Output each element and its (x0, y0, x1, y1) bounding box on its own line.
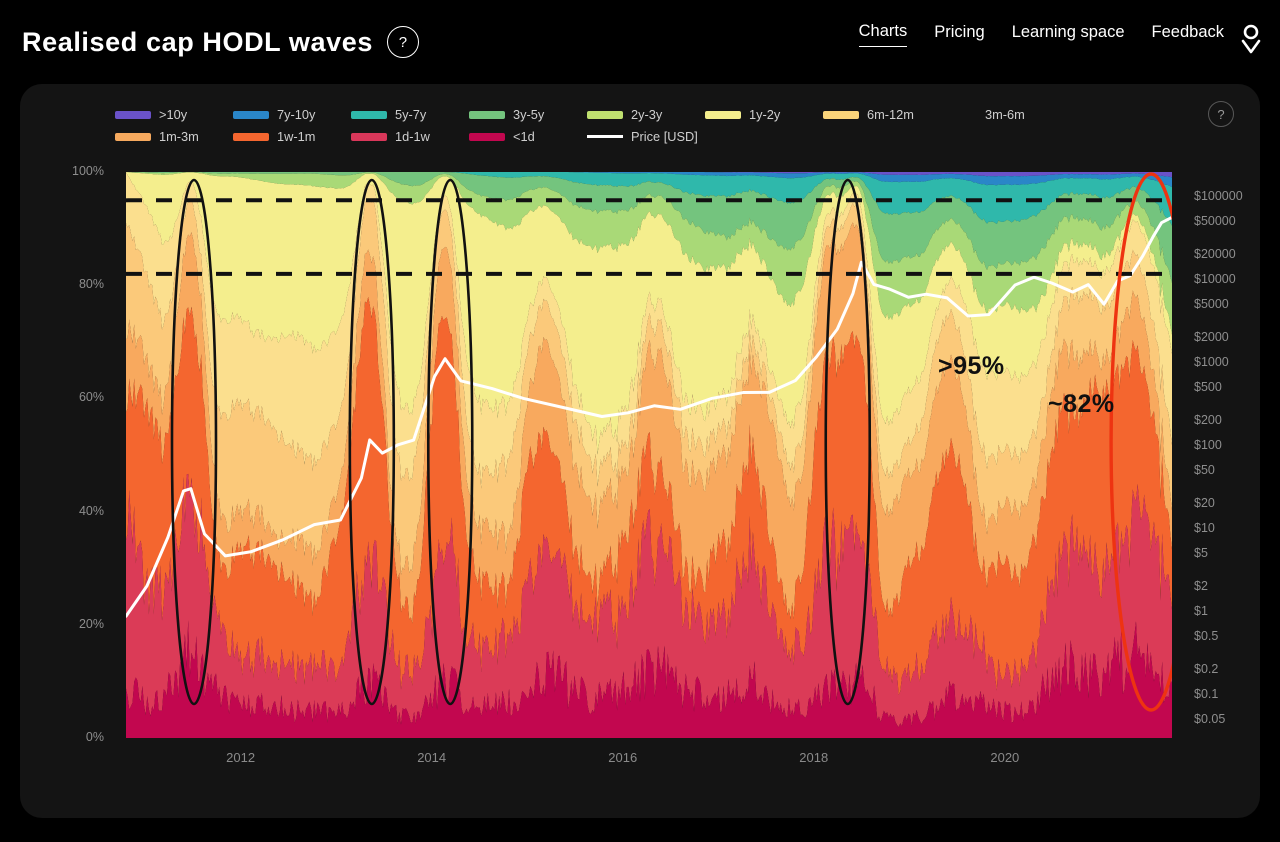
legend-label: 5y-7y (395, 107, 427, 122)
y-right-tick: $5000 (1194, 296, 1229, 311)
legend-item-5y-7y[interactable]: 5y-7y (351, 107, 469, 122)
legend-item-3m-6m[interactable]: 3m-6m (941, 107, 1059, 122)
y-left-tick: 80% (78, 277, 104, 292)
legend-item-1y-2y[interactable]: 1y-2y (705, 107, 823, 122)
x-axis-tick: 2014 (417, 750, 447, 765)
legend-label: 2y-3y (631, 107, 663, 122)
legend-swatch-icon (351, 132, 387, 141)
legend-item-3y-5y[interactable]: 3y-5y (469, 107, 587, 122)
x-axis-tick: 2016 (608, 750, 638, 765)
y-right-tick: $20000 (1194, 246, 1236, 261)
y-right-tick: $500 (1194, 379, 1222, 394)
nav-item-feedback[interactable]: Feedback (1152, 23, 1224, 47)
legend-item-1d-1w[interactable]: 1d-1w (351, 129, 469, 144)
y-right-tick: $50000 (1194, 213, 1236, 228)
annotation-approx-82: ~82% (1048, 390, 1115, 418)
chart-area: 100% 80% 60% 40% 20% 0% $100000 $50000 $20000 $1… (72, 164, 1243, 765)
y-right-tick: $2000 (1194, 329, 1229, 344)
y-left-tick: 100% (72, 164, 104, 178)
legend-item-7y-10y[interactable]: 7y-10y (233, 107, 351, 122)
y-right-tick: $20 (1194, 495, 1215, 510)
y-right-tick: $0.5 (1194, 628, 1219, 643)
legend-label: 1w-1m (277, 129, 316, 144)
y-right-tick: $5 (1194, 545, 1208, 560)
legend-item--10y[interactable]: >10y (115, 107, 233, 122)
legend-line-icon (587, 135, 623, 138)
legend-label: <1d (513, 129, 535, 144)
panel-help-icon[interactable]: ? (1208, 101, 1234, 127)
x-axis-tick: 2018 (799, 750, 829, 765)
chart-panel: ? >10y 7y-10y 5y-7y 3y-5y 2y-3y 1y-2y 6m-12m 3m… (20, 84, 1260, 818)
legend-label: 1d-1w (395, 129, 430, 144)
title-help-icon[interactable]: ? (386, 26, 419, 58)
legend-item-1w-1m[interactable]: 1w-1m (233, 129, 351, 144)
legend-item-1m-3m[interactable]: 1m-3m (115, 129, 233, 144)
y-right-tick: $0.1 (1194, 686, 1219, 701)
legend-item-2y-3y[interactable]: 2y-3y (587, 107, 705, 122)
legend-item-price-usd-[interactable]: Price [USD] (587, 129, 737, 144)
legend-swatch-icon (233, 132, 269, 141)
y-right-tick: $50 (1194, 462, 1215, 477)
nav-item-pricing[interactable]: Pricing (934, 23, 984, 47)
page-title: Realised cap HODL waves (22, 26, 373, 57)
legend-label: 1m-3m (159, 129, 199, 144)
title-group: Realised cap HODL waves ? (22, 26, 419, 58)
legend-swatch-icon (941, 111, 977, 119)
legend-swatch-icon (469, 132, 505, 141)
legend-swatch-icon (351, 110, 387, 119)
x-axis-tick: 2020 (990, 750, 1020, 765)
annotation-above-95: >95% (938, 352, 1005, 380)
legend-item--1d[interactable]: <1d (469, 129, 587, 144)
legend-label: 1y-2y (749, 107, 781, 122)
legend-label: 7y-10y (277, 107, 316, 122)
main-navigation: Charts Pricing Learning space Feedback (858, 22, 1224, 47)
app-header: Realised cap HODL waves ? Charts Pricing… (0, 0, 1280, 84)
y-right-tick: $0.05 (1194, 711, 1226, 726)
y-right-tick: $200 (1194, 412, 1222, 427)
brand-logo-icon[interactable] (1238, 22, 1264, 56)
y-right-tick: $100 (1194, 437, 1222, 452)
nav-item-charts[interactable]: Charts (858, 22, 908, 47)
legend-item-6m-12m[interactable]: 6m-12m (823, 107, 941, 122)
y-left-tick: 60% (78, 390, 104, 405)
legend-swatch-icon (115, 132, 151, 141)
y-left-tick: 0% (85, 730, 104, 744)
legend-swatch-icon (233, 110, 269, 119)
legend-label: 3m-6m (985, 107, 1025, 122)
legend-swatch-icon (705, 110, 741, 119)
legend-swatch-icon (469, 110, 505, 119)
legend-label: Price [USD] (631, 129, 698, 144)
y-right-tick: $2 (1194, 578, 1208, 593)
y-right-tick: $10 (1194, 520, 1215, 535)
y-left-tick: 40% (78, 503, 104, 518)
y-right-tick: $1 (1194, 603, 1208, 618)
legend-label: >10y (159, 107, 188, 122)
y-right-tick: $100000 (1194, 188, 1243, 203)
y-right-tick: $1000 (1194, 354, 1229, 369)
legend-swatch-icon (823, 110, 859, 119)
x-axis-tick: 2012 (226, 750, 256, 765)
legend-swatch-icon (115, 110, 151, 119)
plot-canvas[interactable] (126, 172, 1172, 738)
nav-item-learning-space[interactable]: Learning space (1012, 23, 1125, 47)
legend-label: 3y-5y (513, 107, 545, 122)
chart-legend: >10y 7y-10y 5y-7y 3y-5y 2y-3y 1y-2y 6m-12m 3m-6… (115, 107, 1175, 144)
legend-label: 6m-12m (867, 107, 914, 122)
y-right-tick: $10000 (1194, 271, 1236, 286)
y-left-tick: 20% (78, 616, 104, 631)
legend-swatch-icon (587, 110, 623, 119)
y-right-tick: $0.2 (1194, 661, 1219, 676)
